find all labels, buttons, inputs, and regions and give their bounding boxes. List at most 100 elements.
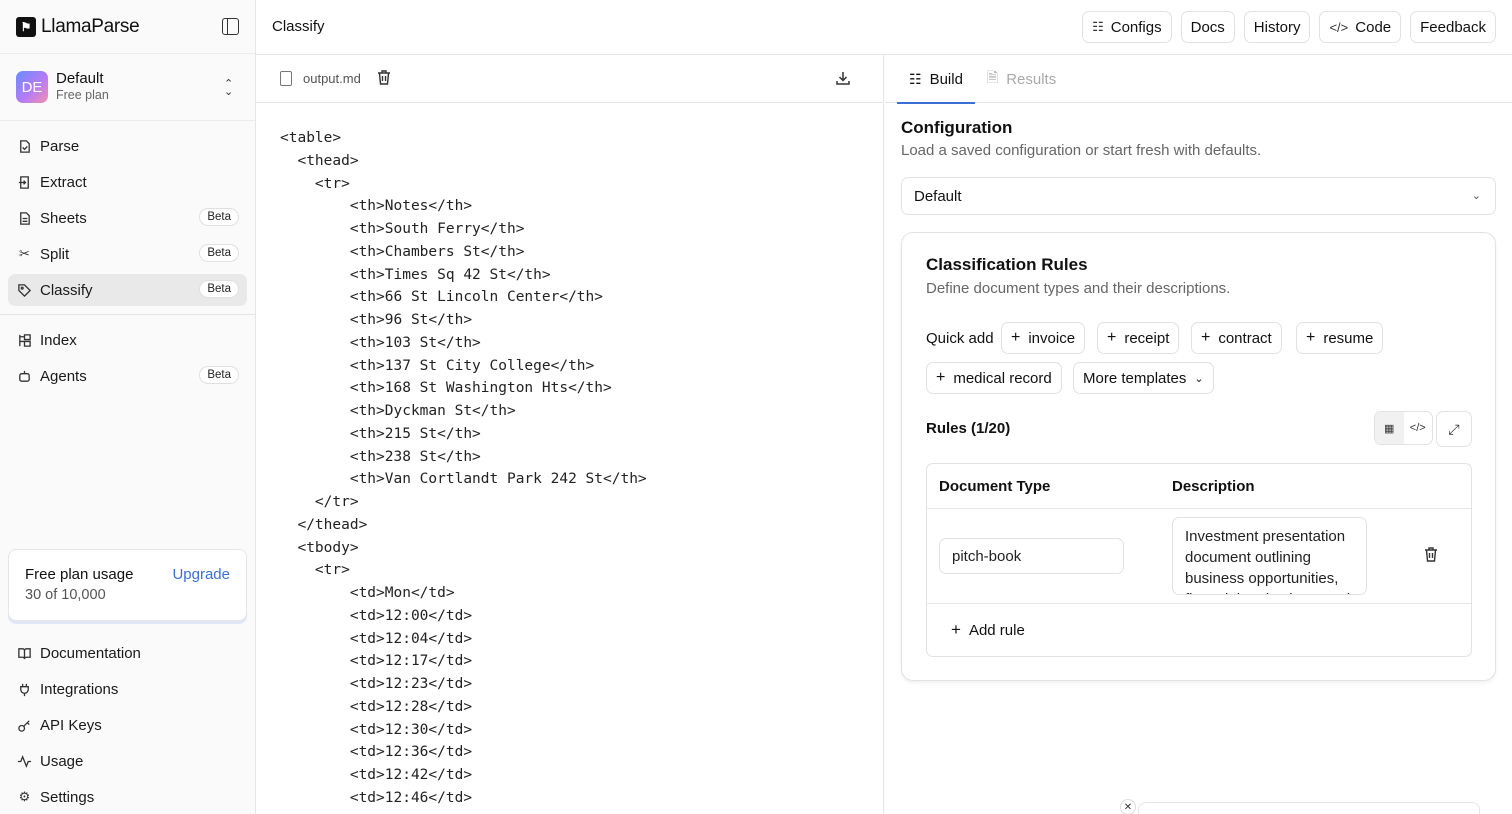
sidebar-item-label: Integrations (40, 680, 119, 698)
sidebar-item-settings[interactable]: ⚙ Settings (8, 781, 248, 813)
sidebar-toggle-icon[interactable] (222, 18, 239, 35)
upgrade-link[interactable]: Upgrade (172, 566, 230, 583)
chip-label: receipt (1124, 329, 1170, 347)
plug-icon (17, 682, 32, 697)
history-button[interactable]: History (1243, 11, 1311, 43)
close-icon[interactable]: ✕ (1120, 799, 1136, 814)
page-title: Classify (272, 18, 325, 35)
configuration-select[interactable]: Default ⌄ (901, 177, 1496, 215)
scissors-icon: ✂ (19, 246, 30, 261)
configuration-selected: Default (914, 187, 962, 205)
book-icon (17, 646, 32, 661)
code-content[interactable]: <table> <thead> <tr> <th>Notes</th> <th>… (256, 103, 883, 810)
usage-count: 30 of 10,000 (25, 587, 106, 603)
parse-icon (17, 139, 32, 154)
docs-button[interactable]: Docs (1180, 11, 1235, 43)
add-rule-label: Add rule (968, 621, 1025, 639)
column-header-document-type: Document Type (939, 478, 1051, 495)
classification-rules-card: Classification Rules Define document typ… (901, 232, 1496, 681)
quick-add-receipt-button[interactable]: + receipt (1097, 322, 1180, 354)
expand-icon[interactable]: ⤢ (1436, 411, 1472, 447)
sidebar-item-usage[interactable]: Usage (8, 745, 248, 777)
sidebar-item-split[interactable]: ✂ Split Beta (8, 238, 247, 270)
trash-icon[interactable] (377, 69, 391, 88)
file-icon (280, 71, 292, 86)
feedback-label: Feedback (1420, 18, 1486, 36)
top-bar: Classify ☷ Configs Docs History </> Code… (256, 0, 1512, 55)
tab-results[interactable]: 🗎 Results (975, 55, 1068, 103)
plus-icon: + (951, 620, 961, 639)
tag-icon (17, 283, 32, 298)
workspace-avatar: DE (16, 71, 48, 103)
sidebar-item-label: Usage (40, 752, 84, 770)
quick-add-resume-button[interactable]: + resume (1296, 322, 1384, 354)
description-input[interactable]: Investment presentation document outlini… (1172, 517, 1367, 595)
tab-bar: ☷ Build 🗎 Results (885, 55, 1512, 104)
document-type-input[interactable]: pitch-book (939, 538, 1124, 574)
main-nav: Parse Extract Sheets Beta ✂ Split Beta C… (0, 121, 255, 392)
feedback-button[interactable]: Feedback (1410, 11, 1496, 43)
sidebar-item-documentation[interactable]: Documentation (8, 637, 248, 669)
sidebar-item-label: Split (40, 245, 70, 263)
column-header-description: Description (1172, 478, 1255, 495)
beta-badge: Beta (199, 244, 239, 262)
key-icon (17, 718, 32, 733)
tab-build[interactable]: ☷ Build (897, 55, 975, 104)
trash-icon[interactable] (1424, 547, 1438, 566)
extract-icon (17, 175, 32, 190)
index-icon (17, 333, 32, 348)
code-button[interactable]: </> Code (1319, 11, 1402, 43)
code-icon: </> (1329, 19, 1349, 35)
chevron-down-icon: ⌄ (1471, 190, 1481, 202)
more-templates-label: More templates (1083, 369, 1187, 387)
sidebar-item-label: Extract (40, 173, 87, 191)
workspace-plan: Free plan (56, 88, 109, 102)
sidebar-item-api-keys[interactable]: API Keys (8, 709, 248, 741)
bot-icon (17, 369, 32, 384)
quick-add-medical-record-button[interactable]: + medical record (926, 362, 1062, 394)
quick-add-invoice-button[interactable]: + invoice (1001, 322, 1086, 354)
file-bar: output.md (256, 55, 883, 103)
configs-button[interactable]: ☷ Configs (1082, 11, 1172, 43)
add-rule-button[interactable]: + Add rule (951, 620, 1025, 640)
top-actions: ☷ Configs Docs History </> Code Feedback (1082, 11, 1496, 43)
code-view-icon[interactable]: </> (1404, 412, 1433, 444)
chevron-up-down-icon[interactable]: ⌃ ⌄ (224, 79, 233, 98)
chevron-down-icon: ⌄ (1194, 372, 1204, 385)
workspace-switcher[interactable]: DE Default Free plan (0, 54, 255, 121)
sidebar-item-label: Classify (40, 281, 93, 299)
sidebar-item-label: Sheets (40, 209, 87, 227)
sidebar-item-classify[interactable]: Classify Beta (8, 274, 247, 306)
sliders-icon: ☷ (1092, 19, 1104, 34)
workspace-name: Default (56, 70, 104, 87)
more-templates-button[interactable]: More templates ⌄ (1073, 362, 1214, 394)
sidebar-item-index[interactable]: Index (8, 324, 247, 356)
table-header: Document Type Description (927, 464, 1471, 509)
plus-icon: + (1011, 329, 1021, 346)
toast-panel (1138, 802, 1480, 814)
chip-label: resume (1323, 329, 1374, 347)
quick-add-contract-button[interactable]: + contract (1191, 322, 1282, 354)
rules-table: Document Type Description pitch-book Inv… (926, 463, 1472, 657)
table-row: pitch-book Investment presentation docum… (927, 509, 1471, 604)
configuration-subtitle: Load a saved configuration or start fres… (901, 142, 1262, 159)
build-panel: ☷ Build 🗎 Results Configuration Load a s… (885, 55, 1512, 814)
download-icon[interactable] (835, 70, 851, 90)
sheets-icon (17, 211, 32, 226)
chip-label: medical record (953, 369, 1052, 387)
nav-divider (0, 314, 255, 315)
sidebar-item-sheets[interactable]: Sheets Beta (8, 202, 247, 234)
sliders-icon: ☷ (909, 70, 922, 87)
sidebar-item-agents[interactable]: Agents Beta (8, 360, 247, 392)
sidebar-item-parse[interactable]: Parse (8, 130, 247, 162)
table-view-icon[interactable]: ▦ (1375, 412, 1404, 444)
sidebar-item-label: Parse (40, 137, 80, 155)
sidebar-item-integrations[interactable]: Integrations (8, 673, 248, 705)
rules-title: Classification Rules (926, 255, 1088, 274)
sidebar-item-extract[interactable]: Extract (8, 166, 247, 198)
llama-logo-icon: ⚑ (16, 16, 36, 37)
sidebar-item-label: Settings (40, 788, 95, 806)
plus-icon: + (1107, 329, 1117, 346)
configs-label: Configs (1110, 18, 1162, 36)
plus-icon: + (1201, 329, 1211, 346)
